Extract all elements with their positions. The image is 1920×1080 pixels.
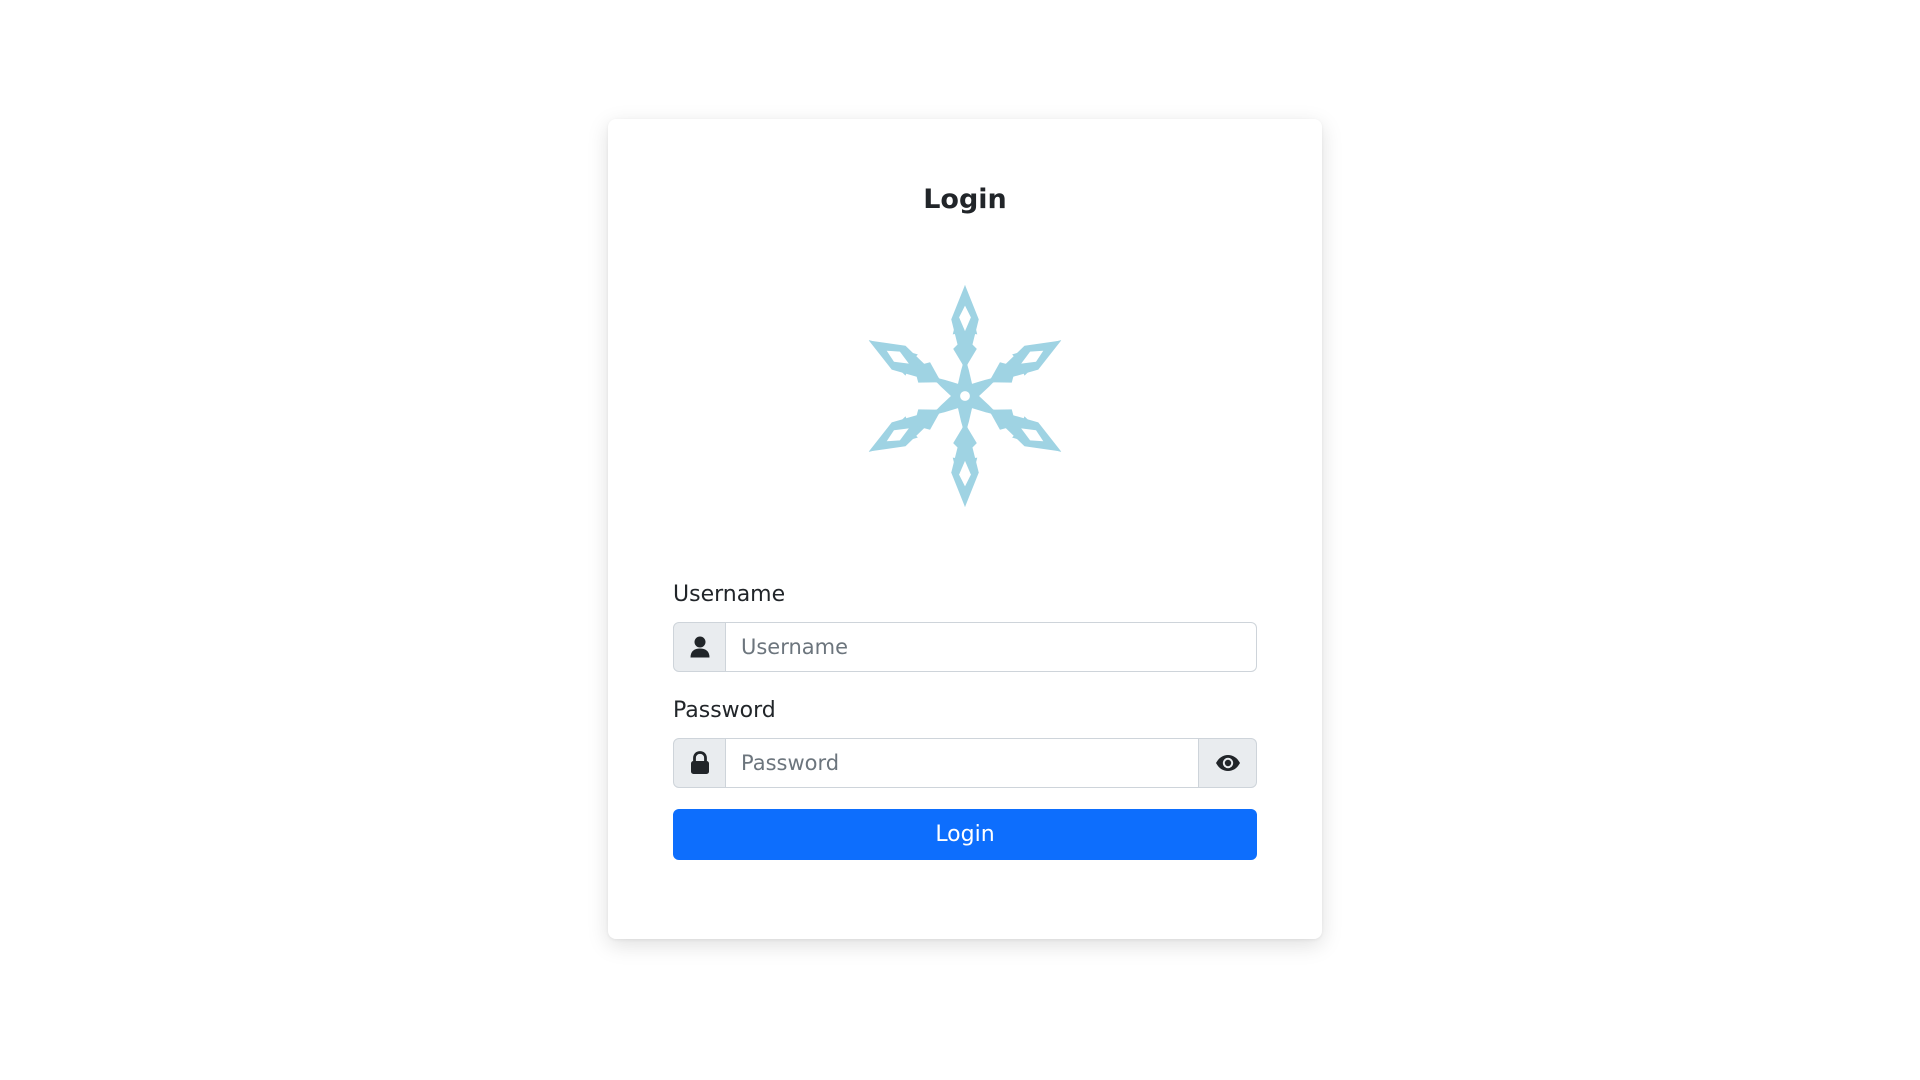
user-icon bbox=[690, 636, 709, 658]
eye-icon bbox=[1215, 755, 1240, 771]
login-button[interactable]: Login bbox=[673, 809, 1257, 860]
username-label: Username bbox=[673, 582, 786, 607]
logo-container bbox=[673, 283, 1257, 509]
password-addon bbox=[673, 738, 726, 788]
lock-icon bbox=[690, 751, 709, 774]
snowflake-logo-icon bbox=[866, 284, 1064, 508]
toggle-password-visibility-button[interactable] bbox=[1199, 738, 1257, 788]
password-label: Password bbox=[673, 698, 776, 723]
username-input-group bbox=[673, 622, 1257, 672]
password-input[interactable] bbox=[726, 738, 1199, 788]
username-input[interactable] bbox=[726, 622, 1257, 672]
login-page: Login Username Username Password Login bbox=[0, 0, 1920, 1080]
page-title: Login bbox=[923, 184, 1007, 215]
password-input-group bbox=[673, 738, 1257, 788]
username-addon bbox=[673, 622, 726, 672]
login-card: Login Username Username Password Login bbox=[608, 119, 1322, 939]
